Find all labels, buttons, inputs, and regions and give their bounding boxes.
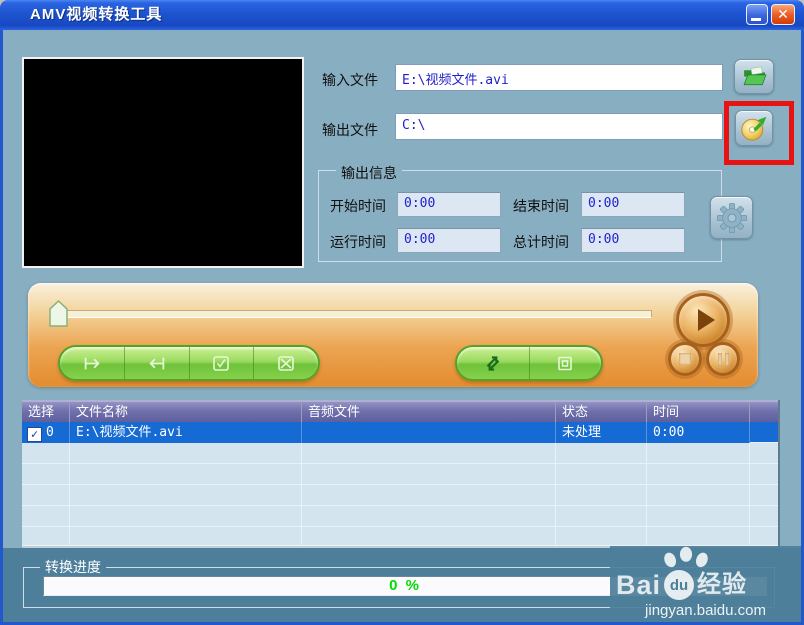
pause-button[interactable]	[706, 342, 740, 376]
row-audio-cell	[302, 422, 556, 443]
settings-button[interactable]	[710, 196, 753, 239]
output-info-title: 输出信息	[336, 163, 402, 183]
select-all-button[interactable]	[190, 347, 255, 379]
file-list-table: 选择 文件名称 音频文件 状态 时间 ✓ 0 E:\视频文件.avi 未处理 0:…	[22, 400, 780, 548]
input-file-label: 输入文件	[322, 72, 378, 88]
watermark: Bai du 经验 jingyan.baidu.com	[610, 546, 801, 622]
run-time-label: 运行时间	[330, 234, 386, 250]
row-checkbox[interactable]: ✓	[27, 427, 42, 442]
stop-frame-icon	[558, 356, 573, 370]
end-time-label: 结束时间	[513, 198, 569, 214]
minimize-button[interactable]	[746, 4, 768, 25]
watermark-brand-right: 经验	[697, 571, 748, 598]
seek-slider-thumb[interactable]	[49, 300, 68, 327]
edit-button-group	[58, 345, 320, 381]
header-time[interactable]: 时间	[647, 402, 750, 422]
empty-row	[22, 443, 778, 464]
total-time-value: 0:00	[581, 228, 685, 253]
title-bar: AMV视频转换工具 ✕	[0, 0, 804, 30]
mark-end-button[interactable]	[125, 347, 190, 379]
total-time-label: 总计时间	[513, 234, 569, 250]
watermark-du-circle: du	[664, 570, 695, 600]
app-window: AMV视频转换工具 ✕ 输入文件 E:\视频文件.avi 输出文件 C:\ 输出…	[0, 0, 804, 625]
empty-row	[22, 527, 778, 546]
empty-row	[22, 506, 778, 527]
convert-button[interactable]	[457, 347, 530, 379]
play-icon	[697, 309, 715, 331]
header-status[interactable]: 状态	[556, 402, 647, 422]
output-file-label: 输出文件	[322, 122, 378, 138]
run-time-value: 0:00	[397, 228, 501, 253]
watermark-url: jingyan.baidu.com	[645, 602, 766, 619]
stop-icon	[679, 353, 691, 365]
empty-row	[22, 464, 778, 485]
header-filename[interactable]: 文件名称	[70, 402, 302, 422]
start-time-value: 0:00	[397, 192, 501, 217]
row-select-cell: ✓ 0	[22, 422, 70, 443]
stop-convert-button[interactable]	[530, 347, 602, 379]
row-time-cell: 0:00	[647, 422, 750, 443]
close-button[interactable]: ✕	[771, 4, 795, 25]
start-time-label: 开始时间	[330, 198, 386, 214]
input-file-field[interactable]: E:\视频文件.avi	[395, 64, 723, 91]
deselect-all-button[interactable]	[254, 347, 318, 379]
table-header-row: 选择 文件名称 音频文件 状态 时间	[22, 400, 778, 422]
output-file-field[interactable]: C:\	[395, 113, 723, 140]
header-select[interactable]: 选择	[22, 402, 70, 422]
watermark-brand-left: Bai	[616, 570, 662, 600]
convert-arrows-icon	[486, 355, 500, 371]
window-title: AMV视频转换工具	[30, 6, 163, 23]
play-button[interactable]	[676, 293, 730, 347]
row-index: 0	[46, 425, 54, 440]
mark-end-icon	[148, 357, 164, 369]
row-status-cell: 未处理	[556, 422, 647, 443]
browse-input-button[interactable]	[734, 59, 774, 94]
stop-button[interactable]	[668, 342, 702, 376]
empty-row	[22, 485, 778, 506]
convert-button-group	[455, 345, 603, 381]
pause-icon	[717, 352, 729, 366]
end-time-value: 0:00	[581, 192, 685, 217]
header-spacer	[750, 402, 778, 422]
checked-box-icon	[213, 355, 230, 371]
annotation-highlight-box	[724, 101, 794, 165]
table-row[interactable]: ✓ 0 E:\视频文件.avi 未处理 0:00	[22, 422, 778, 443]
mark-start-icon	[84, 357, 100, 369]
mark-start-button[interactable]	[60, 347, 125, 379]
header-audio[interactable]: 音频文件	[302, 402, 556, 422]
paw-icon	[664, 546, 708, 568]
gear-icon	[716, 202, 747, 233]
row-filename-cell: E:\视频文件.avi	[70, 422, 302, 443]
minimize-icon	[751, 18, 761, 21]
row-spacer-cell	[750, 422, 778, 443]
video-preview	[22, 57, 304, 268]
folder-open-icon	[743, 66, 766, 85]
progress-title: 转换进度	[40, 557, 106, 577]
watermark-brand-mid: du	[669, 576, 689, 594]
seek-slider-track[interactable]	[56, 310, 652, 318]
crossed-box-icon	[278, 355, 294, 371]
